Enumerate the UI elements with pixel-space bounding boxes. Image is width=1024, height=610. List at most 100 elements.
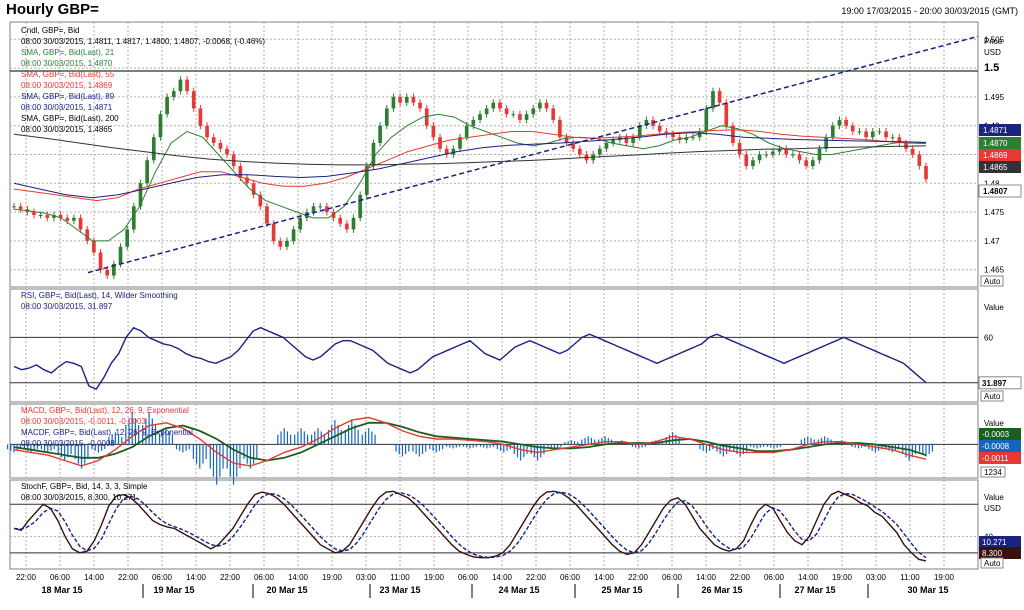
price-tick-label: 1.475 bbox=[984, 208, 1005, 217]
candle-body bbox=[657, 125, 662, 132]
candle-body bbox=[131, 206, 136, 230]
candle-body bbox=[85, 229, 90, 241]
x-time-label: 22:00 bbox=[220, 573, 241, 582]
x-time-label: 14:00 bbox=[492, 573, 513, 582]
candle-body bbox=[278, 240, 283, 247]
candle-body bbox=[744, 154, 749, 167]
candle-body bbox=[857, 131, 862, 133]
candle-body bbox=[524, 114, 529, 120]
candle-body bbox=[171, 91, 176, 97]
candle-body bbox=[271, 223, 276, 241]
candle-body bbox=[298, 217, 303, 230]
candle-body bbox=[265, 206, 269, 224]
x-time-label: 06:00 bbox=[50, 573, 71, 582]
x-time-label: 14:00 bbox=[594, 573, 615, 582]
macd-tag: -0.0011 bbox=[982, 454, 1009, 463]
candle-body bbox=[105, 269, 110, 276]
candle-body bbox=[924, 166, 928, 180]
candle-body bbox=[491, 102, 496, 109]
price-tag: 1.4871 bbox=[983, 126, 1008, 135]
price-legend-line: SMA, GBP=, Bid(Last), 89 bbox=[21, 92, 115, 101]
x-time-label: 06:00 bbox=[764, 573, 785, 582]
x-date-label: 20 Mar 15 bbox=[266, 585, 307, 595]
candle-body bbox=[291, 229, 296, 241]
x-time-label: 22:00 bbox=[118, 573, 139, 582]
candle-body bbox=[518, 114, 522, 120]
macd-axis-title: Value bbox=[984, 419, 1004, 428]
stoch-legend-line: StochF, GBP=, Bid, 14, 3, 3, Simple bbox=[21, 482, 148, 491]
candle-body bbox=[191, 91, 196, 109]
candle-body bbox=[478, 114, 482, 120]
candle-body bbox=[38, 214, 43, 216]
candle-body bbox=[757, 154, 762, 161]
x-time-label: 06:00 bbox=[152, 573, 173, 582]
macd-legend-line: 08:00 30/03/2015, -0.0008 bbox=[21, 439, 115, 448]
x-date-label: 24 Mar 15 bbox=[498, 585, 539, 595]
candle-body bbox=[32, 212, 36, 215]
candle-body bbox=[737, 142, 742, 155]
candle-body bbox=[724, 102, 729, 126]
candle-body bbox=[791, 154, 795, 156]
x-time-label: 22:00 bbox=[730, 573, 751, 582]
candle-body bbox=[118, 246, 123, 264]
candle-body bbox=[345, 223, 349, 230]
panel-rsi bbox=[9, 288, 979, 403]
rsi-legend-line: RSI, GBP=, Bid(Last), 14, Wilder Smoothi… bbox=[21, 291, 178, 300]
candle-body bbox=[338, 217, 343, 224]
candle-body bbox=[391, 96, 396, 109]
x-time-label: 22:00 bbox=[526, 573, 547, 582]
candle-body bbox=[717, 91, 722, 103]
x-time-label: 19:00 bbox=[934, 573, 955, 582]
macd-tag: -0.0003 bbox=[982, 430, 1010, 439]
candle-body bbox=[45, 214, 50, 218]
x-time-label: 14:00 bbox=[798, 573, 819, 582]
candle-body bbox=[504, 108, 509, 115]
candle-body bbox=[98, 252, 103, 270]
candle-body bbox=[311, 206, 316, 213]
stoch-tag: 8.300 bbox=[982, 549, 1003, 558]
candle-body bbox=[18, 206, 23, 210]
candle-body bbox=[578, 148, 582, 155]
x-time-label: 06:00 bbox=[458, 573, 479, 582]
candle-body bbox=[145, 160, 149, 184]
candle-body bbox=[178, 79, 183, 92]
candle-body bbox=[151, 137, 156, 161]
candle-body bbox=[884, 131, 888, 138]
rsi-auto-label: Auto bbox=[984, 392, 1001, 401]
x-time-label: 22:00 bbox=[628, 573, 649, 582]
candle-body bbox=[12, 206, 16, 208]
x-date-label: 18 Mar 15 bbox=[41, 585, 82, 595]
rsi-legend-line: 08:00 30/03/2015, 31.897 bbox=[21, 302, 113, 311]
stoch-auto-label: Auto bbox=[984, 559, 1001, 568]
candle-body bbox=[384, 108, 389, 126]
price-legend-line: 08:00 30/03/2015, 1.4865 bbox=[21, 125, 113, 134]
candle-body bbox=[864, 131, 868, 138]
candle-body bbox=[351, 217, 356, 230]
candle-body bbox=[877, 131, 882, 133]
candle-body bbox=[691, 137, 695, 139]
candle-body bbox=[125, 229, 129, 247]
candle-body bbox=[358, 194, 362, 218]
candle-body bbox=[484, 108, 489, 115]
candle-body bbox=[398, 96, 402, 103]
price-axis-title: Price bbox=[984, 37, 1003, 46]
x-time-label: 14:00 bbox=[696, 573, 717, 582]
price-legend-line: Cndl, GBP=, Bid bbox=[21, 26, 79, 35]
price-tick-label: 1.47 bbox=[984, 237, 1000, 246]
candle-body bbox=[78, 217, 83, 230]
x-time-label: 06:00 bbox=[662, 573, 683, 582]
x-time-label: 14:00 bbox=[186, 573, 207, 582]
candle-body bbox=[597, 148, 602, 155]
candle-body bbox=[238, 166, 243, 178]
rsi-tick: 60 bbox=[984, 333, 993, 342]
price-legend-line: 08:00 30/03/2015, 1.4811, 1.4817, 1.4800… bbox=[21, 37, 265, 46]
price-tag: 1.4865 bbox=[983, 163, 1008, 172]
price-tick-label: 1.465 bbox=[984, 266, 1005, 275]
candle-body bbox=[404, 96, 409, 103]
candle-body bbox=[751, 160, 755, 167]
candle-body bbox=[771, 151, 775, 155]
macd-counter: 1234 bbox=[984, 468, 1002, 477]
price-auto-label: Auto bbox=[984, 277, 1001, 286]
x-time-label: 14:00 bbox=[84, 573, 105, 582]
candle-body bbox=[910, 148, 915, 155]
